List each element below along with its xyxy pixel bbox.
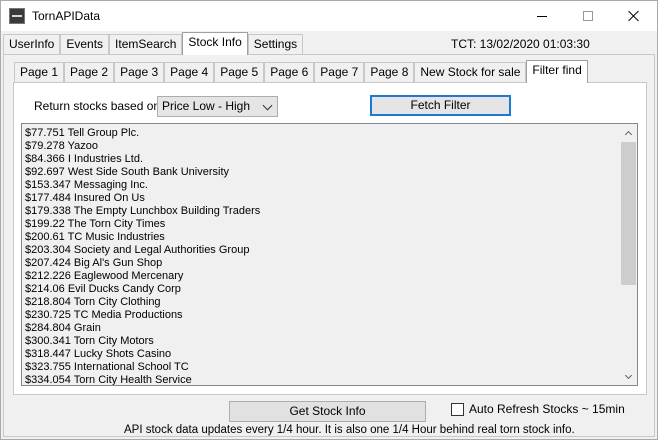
scroll-thumb[interactable] [621, 142, 636, 285]
tab-events[interactable]: Events [60, 34, 110, 54]
subtab-new-stock-for-sale[interactable]: New Stock for sale [414, 62, 527, 82]
list-item[interactable]: $212.226 Eaglewood Mercenary [25, 270, 617, 283]
list-item[interactable]: $77.751 Tell Group Plc. [25, 127, 617, 140]
chevron-down-icon [624, 371, 633, 379]
list-item[interactable]: $284.804 Grain [25, 322, 617, 335]
subtab-page-1[interactable]: Page 1 [14, 62, 65, 82]
list-item[interactable]: $218.804 Torn City Clothing [25, 296, 617, 309]
stock-list: $77.751 Tell Group Plc. $79.278 Yazoo $84.… [25, 127, 617, 385]
subtab-page-6[interactable]: Page 6 [264, 62, 315, 82]
auto-refresh-label: Auto Refresh Stocks ~ 15min [469, 402, 625, 416]
list-item[interactable]: $200.61 TC Music Industries [25, 231, 617, 244]
list-item[interactable]: $199.22 The Torn City Times [25, 218, 617, 231]
tab-stock-info[interactable]: Stock Info [182, 32, 248, 55]
list-item[interactable]: $207.424 Big Al's Gun Shop [25, 257, 617, 270]
list-item[interactable]: $323.755 International School TC [25, 361, 617, 374]
maximize-button[interactable] [565, 1, 611, 31]
vertical-scrollbar[interactable] [620, 124, 637, 385]
list-item[interactable]: $84.366 I Industries Ltd. [25, 153, 617, 166]
minimize-icon [537, 15, 547, 17]
list-item[interactable]: $79.278 Yazoo [25, 140, 617, 153]
list-item[interactable]: $230.725 TC Media Productions [25, 309, 617, 322]
sub-tab-strip: Page 1 Page 2 Page 3 Page 4 Page 5 Page 6 Page… [14, 60, 588, 83]
close-icon [628, 10, 640, 22]
stock-listbox[interactable]: $77.751 Tell Group Plc. $79.278 Yazoo $84.… [21, 123, 638, 386]
list-item[interactable]: $179.338 The Empty Lunchbox Building Tra… [25, 205, 617, 218]
scroll-down-button[interactable] [620, 368, 637, 385]
subtab-page-8[interactable]: Page 8 [364, 62, 415, 82]
tab-settings[interactable]: Settings [247, 34, 304, 54]
subtab-page-4[interactable]: Page 4 [164, 62, 215, 82]
maximize-icon [583, 11, 593, 21]
filter-label: Return stocks based on [34, 99, 161, 113]
list-item[interactable]: $153.347 Messaging Inc. [25, 179, 617, 192]
list-item[interactable]: $214.06 Evil Ducks Candy Corp [25, 283, 617, 296]
subtab-page-2[interactable]: Page 2 [64, 62, 115, 82]
app-icon [9, 8, 25, 24]
subtab-page-7[interactable]: Page 7 [314, 62, 365, 82]
subtab-page-5[interactable]: Page 5 [214, 62, 265, 82]
list-item[interactable]: $318.447 Lucky Shots Casino [25, 348, 617, 361]
title-bar: TornAPIData [1, 1, 657, 31]
app-window: TornAPIData UserInfo Events ItemSearch Stoc… [0, 0, 658, 440]
filter-select-value: Price Low - High [162, 99, 251, 113]
get-stock-info-button[interactable]: Get Stock Info [229, 401, 426, 422]
scroll-up-button[interactable] [620, 124, 637, 141]
chevron-down-icon [262, 100, 273, 111]
chevron-up-icon [624, 130, 633, 138]
fetch-filter-button[interactable]: Fetch Filter [370, 95, 511, 116]
window-title: TornAPIData [32, 9, 101, 23]
subtab-page-3[interactable]: Page 3 [114, 62, 165, 82]
footer-note: API stock data updates every 1/4 hour. I… [124, 424, 575, 436]
tab-userinfo[interactable]: UserInfo [3, 34, 61, 54]
close-button[interactable] [611, 1, 657, 31]
list-item[interactable]: $92.697 West Side South Bank University [25, 166, 617, 179]
subtab-filter-find[interactable]: Filter find [526, 60, 588, 83]
tab-itemsearch[interactable]: ItemSearch [109, 34, 183, 54]
list-item[interactable]: $177.484 Insured On Us [25, 192, 617, 205]
main-tab-strip: UserInfo Events ItemSearch Stock Info Settin… [3, 32, 304, 55]
list-item[interactable]: $334.054 Torn City Health Service [25, 374, 617, 385]
list-item[interactable]: $203.304 Society and Legal Authorities G… [25, 244, 617, 257]
auto-refresh-checkbox[interactable] [451, 403, 464, 416]
tct-clock: TCT: 13/02/2020 01:03:30 [451, 37, 590, 51]
filter-select[interactable]: Price Low - High [157, 96, 278, 117]
minimize-button[interactable] [519, 1, 565, 31]
list-item[interactable]: $300.341 Torn City Motors [25, 335, 617, 348]
